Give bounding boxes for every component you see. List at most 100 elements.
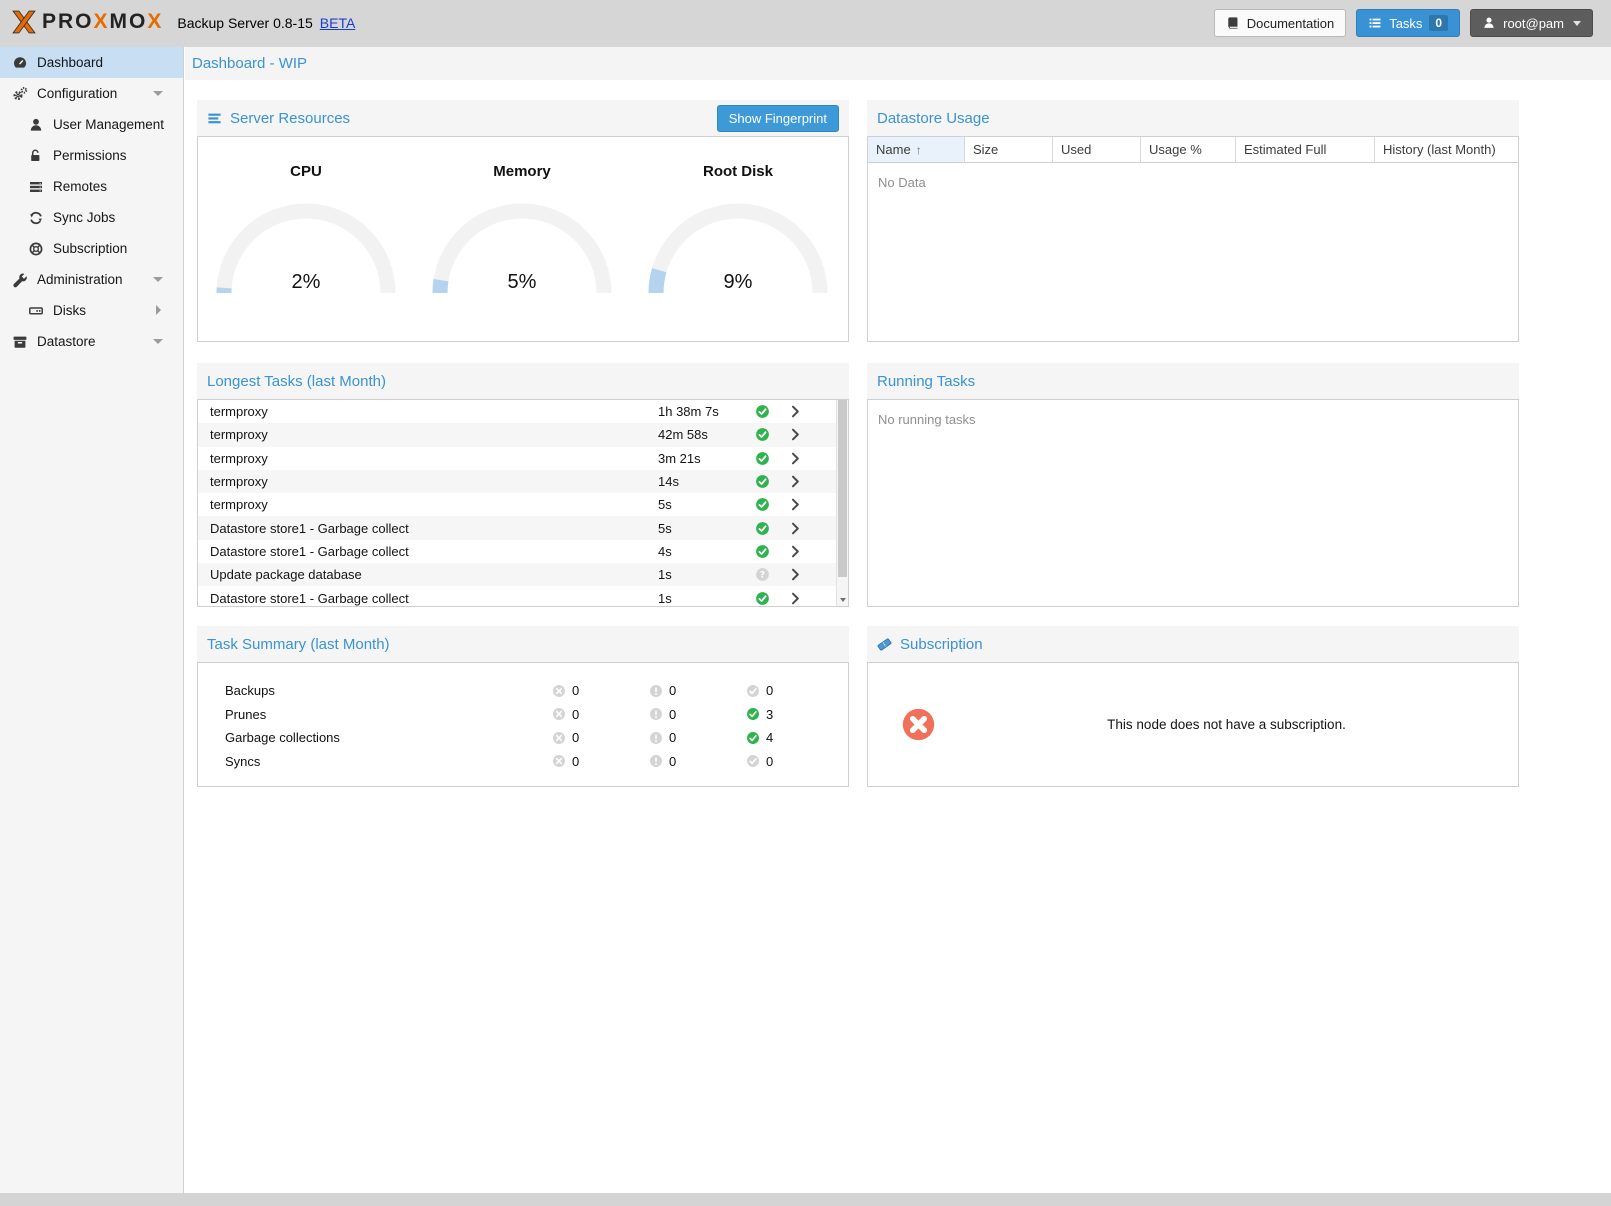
running-tasks-header: Running Tasks [867, 363, 1519, 399]
task-row[interactable]: Datastore store1 - Garbage collect5s [198, 516, 836, 539]
server-resources-body: CPU 2% Memory [197, 136, 849, 342]
warning-count-icon [649, 684, 663, 698]
tasks-button[interactable]: Tasks 0 [1356, 9, 1460, 37]
cpu-gauge-value: 2% [211, 271, 401, 294]
running-tasks-body: No running tasks [867, 399, 1519, 607]
page-header: Dashboard - WIP [185, 47, 1611, 80]
error-count-icon [552, 707, 566, 721]
ok-count-icon [746, 731, 760, 745]
column-header-usage-pct[interactable]: Usage % [1141, 137, 1236, 162]
status-ok-icon [755, 451, 770, 466]
tasks-count-badge: 0 [1429, 15, 1448, 31]
sidebar: Dashboard Configuration User Management … [0, 47, 184, 1193]
error-count-icon [552, 684, 566, 698]
sidebar-item-configuration[interactable]: Configuration [0, 78, 183, 109]
chevron-right-icon[interactable] [788, 521, 803, 536]
warning-count-icon [649, 731, 663, 745]
sidebar-item-user-management[interactable]: User Management [0, 109, 183, 140]
chevron-right-icon[interactable] [788, 404, 803, 419]
warning-count-icon [649, 754, 663, 768]
panel-title: Running Tasks [877, 373, 975, 390]
status-ok-icon [755, 521, 770, 536]
status-ok-icon [755, 497, 770, 512]
life-ring-icon [28, 241, 44, 257]
status-ok-icon [755, 474, 770, 489]
product-subtitle: Backup Server 0.8-15 [177, 15, 312, 31]
sidebar-item-datastore[interactable]: Datastore [0, 326, 183, 357]
scrollbar-down-button[interactable] [837, 593, 848, 606]
column-header-name[interactable]: Name↑ [868, 137, 965, 162]
task-summary-panel: Task Summary (last Month) Backups 0 0 0 … [197, 626, 849, 787]
column-header-history[interactable]: History (last Month) [1375, 137, 1518, 162]
chevron-right-icon[interactable] [788, 591, 803, 606]
ticket-icon [877, 637, 892, 652]
panel-title: Server Resources [230, 110, 350, 127]
no-data-text: No Data [868, 163, 1518, 202]
task-summary-body: Backups 0 0 0 Prunes 0 0 3 Garbage colle… [197, 662, 849, 787]
show-fingerprint-button[interactable]: Show Fingerprint [717, 105, 839, 132]
column-header-size[interactable]: Size [965, 137, 1053, 162]
wrench-icon [12, 272, 28, 288]
documentation-button[interactable]: Documentation [1214, 9, 1346, 37]
summary-row-backups: Backups 0 0 0 [198, 679, 848, 703]
chevron-right-icon[interactable] [788, 427, 803, 442]
scrollbar-thumb[interactable] [838, 400, 847, 577]
memory-gauge-value: 5% [427, 271, 617, 294]
task-row[interactable]: termproxy42m 58s [198, 423, 836, 446]
task-row[interactable]: Datastore store1 - Garbage collect4s [198, 540, 836, 563]
sidebar-item-permissions[interactable]: Permissions [0, 140, 183, 171]
chevron-right-icon[interactable] [788, 567, 803, 582]
sidebar-item-disks[interactable]: Disks [0, 295, 183, 326]
longest-tasks-panel: Longest Tasks (last Month) termproxy1h 3… [197, 363, 849, 607]
sidebar-item-dashboard[interactable]: Dashboard [0, 47, 183, 78]
bottom-strip [0, 1193, 1611, 1206]
ok-count-icon [746, 684, 760, 698]
server-resources-header: Server Resources Show Fingerprint [197, 100, 849, 136]
task-row[interactable]: termproxy14s [198, 470, 836, 493]
gauges: CPU 2% Memory [198, 137, 848, 296]
sidebar-item-subscription[interactable]: Subscription [0, 233, 183, 264]
resource-bars-icon [207, 111, 222, 126]
panel-title: Datastore Usage [877, 110, 990, 127]
longest-tasks-header: Longest Tasks (last Month) [197, 363, 849, 399]
unlock-icon [28, 148, 44, 164]
datastore-table-header: Name↑ Size Used Usage % Estimated Full H… [868, 137, 1518, 163]
panel-title: Task Summary (last Month) [207, 636, 390, 653]
user-icon [28, 117, 44, 133]
chevron-right-icon[interactable] [788, 474, 803, 489]
column-header-estimated-full[interactable]: Estimated Full [1236, 137, 1375, 162]
chevron-right-icon[interactable] [788, 544, 803, 559]
chevron-down-icon [153, 277, 163, 282]
cpu-gauge: CPU 2% [198, 163, 414, 296]
server-bars-icon [28, 179, 44, 195]
chevron-right-icon[interactable] [788, 497, 803, 512]
topbar-buttons: Documentation Tasks 0 root@pam [1214, 9, 1593, 37]
summary-row-garbage-collections: Garbage collections 0 0 4 [198, 726, 848, 750]
beta-link[interactable]: BETA [320, 15, 356, 31]
user-menu-button[interactable]: root@pam [1470, 9, 1593, 37]
page-title: Dashboard - WIP [192, 55, 307, 72]
sidebar-item-remotes[interactable]: Remotes [0, 171, 183, 202]
running-tasks-panel: Running Tasks No running tasks [867, 363, 1519, 607]
datastore-usage-panel: Datastore Usage Name↑ Size Used Usage % … [867, 100, 1519, 342]
subscription-message: This node does not have a subscription. [935, 717, 1518, 732]
chevron-right-icon[interactable] [788, 451, 803, 466]
archive-icon [12, 334, 28, 350]
task-row[interactable]: termproxy3m 21s [198, 447, 836, 470]
task-row[interactable]: Update package database1s [198, 563, 836, 586]
subscription-header: Subscription [867, 626, 1519, 662]
sidebar-item-administration[interactable]: Administration [0, 264, 183, 295]
column-header-used[interactable]: Used [1053, 137, 1141, 162]
error-count-icon [552, 754, 566, 768]
dashboard-icon [12, 55, 28, 71]
task-row[interactable]: termproxy5s [198, 493, 836, 516]
task-row[interactable]: termproxy1h 38m 7s [198, 400, 836, 423]
task-row[interactable]: Datastore store1 - Garbage collect1s [198, 586, 836, 607]
root-disk-gauge: Root Disk 9% [630, 163, 846, 296]
sidebar-item-sync-jobs[interactable]: Sync Jobs [0, 202, 183, 233]
panel-title: Longest Tasks (last Month) [207, 373, 386, 390]
status-unknown-icon [755, 567, 770, 582]
hard-drive-icon [28, 303, 44, 319]
status-ok-icon [755, 404, 770, 419]
scrollbar[interactable] [836, 400, 848, 606]
